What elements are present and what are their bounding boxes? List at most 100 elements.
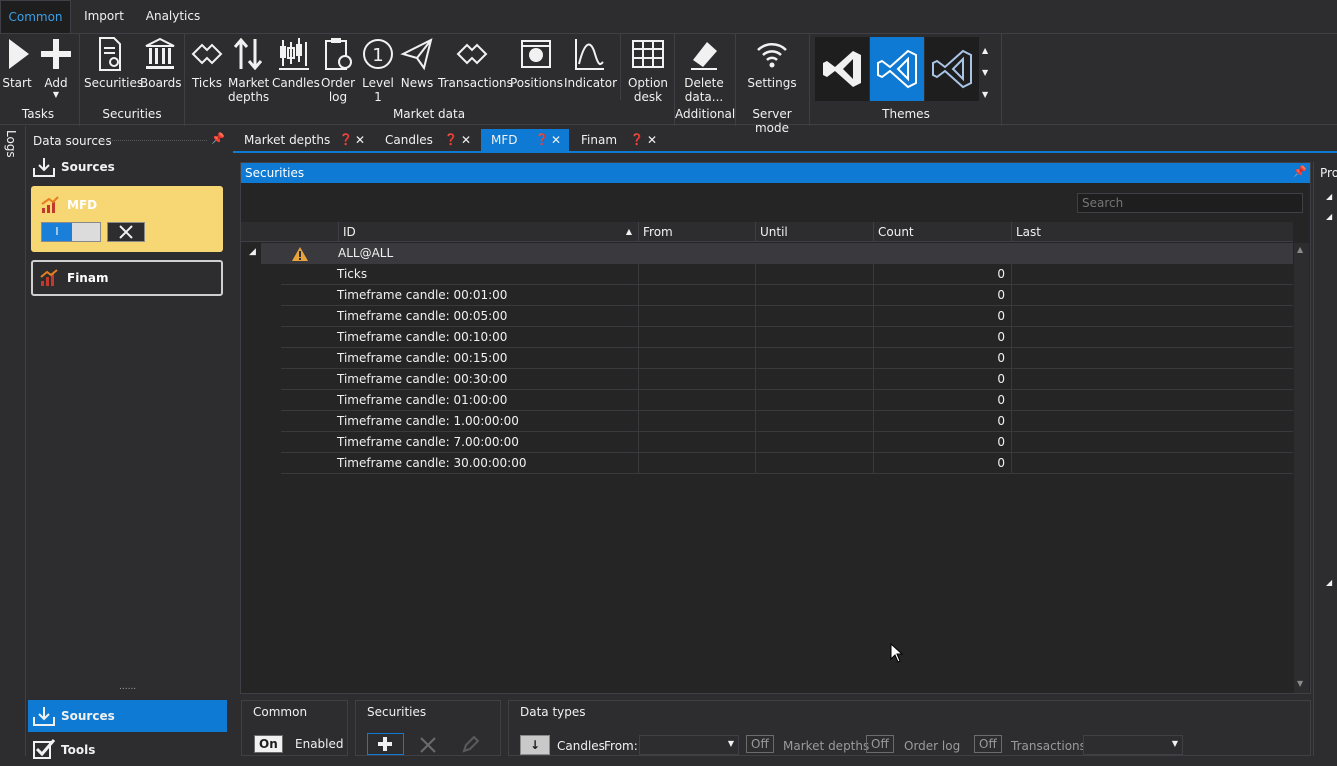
table-row[interactable]: Timeframe candle: 30.00:00:00 0 [281,453,1293,474]
table-row[interactable]: Timeframe candle: 01:00:00 0 [281,390,1293,411]
candles-download-button[interactable]: ↓ [520,735,550,755]
candlestick-icon [279,38,309,70]
expand-arrow-icon[interactable]: ◢ [1326,212,1332,221]
cell-from [638,306,755,327]
table-row[interactable]: Timeframe candle: 00:15:00 0 [281,348,1293,369]
source-card-mfd[interactable]: MFD I [31,186,223,252]
chevron-up-icon[interactable]: ▲ [982,40,988,62]
column-header-count[interactable]: Count [873,222,1011,242]
bottom-tab-tools[interactable]: Tools [28,734,227,766]
cell-from [638,453,755,474]
close-icon[interactable]: ✕ [355,129,365,151]
right-panel-title: Pro [1320,166,1337,180]
indicator-button[interactable]: Indicator [564,36,617,90]
column-label: ID [343,225,356,239]
table-row[interactable]: Timeframe candle: 7.00:00:00 0 [281,432,1293,453]
table-row[interactable]: Timeframe candle: 00:05:00 0 [281,306,1293,327]
cell-last [1011,390,1293,411]
close-icon[interactable]: ✕ [647,129,657,151]
cell-id: Timeframe candle: 00:30:00 [337,372,508,386]
pin-icon[interactable]: 📌 [1293,165,1307,178]
help-icon[interactable]: ❓ [444,129,458,151]
enabled-toggle[interactable]: On [254,735,283,753]
chevron-down-icon: ▼ [52,90,60,99]
market-depths-button[interactable]: Market depths [228,36,270,104]
enabled-label: Enabled [295,737,344,751]
close-icon [119,225,133,239]
remove-source-button[interactable] [107,222,145,242]
column-header-id[interactable]: ID ▲ [338,222,638,242]
cell-id: Ticks [337,267,368,281]
transactions-button[interactable]: Transactions [438,36,513,90]
securities-button[interactable]: Securities [84,36,143,90]
expand-arrow-icon[interactable]: ◢ [1326,578,1332,587]
settings-button[interactable]: Settings [745,36,799,90]
close-icon[interactable]: ✕ [461,129,471,151]
help-icon[interactable]: ❓ [630,129,644,151]
menu-tab-analytics[interactable]: Analytics [140,0,206,33]
source-enable-toggle[interactable]: I [41,222,101,242]
cell-count: 0 [873,348,1011,369]
expand-icon[interactable]: ▼ [982,84,988,106]
chevron-down-icon[interactable]: ▼ [982,62,988,84]
table-row[interactable]: Timeframe candle: 00:10:00 0 [281,327,1293,348]
start-button[interactable]: Start [2,36,32,90]
column-header-until[interactable]: Until [755,222,873,242]
help-icon[interactable]: ❓ [535,129,549,151]
group-label-market-data: Market data [392,107,466,121]
table-row[interactable]: Timeframe candle: 1.00:00:00 0 [281,411,1293,432]
doc-tab-candles[interactable]: Candles ❓ ✕ [378,129,478,151]
order-log-toggle[interactable]: Off [866,735,894,753]
theme-dark-tile[interactable] [815,37,869,101]
market-depths-toggle[interactable]: Off [746,735,774,753]
scroll-down-icon[interactable]: ▼ [1297,679,1303,688]
level1-button[interactable]: 1 Level 1 [360,36,396,104]
column-header-from[interactable]: From [638,222,755,242]
positions-button[interactable]: Positions [510,36,563,90]
vertical-scrollbar[interactable]: ▲ ▼ [1294,243,1309,693]
scroll-up-icon[interactable]: ▲ [1297,245,1303,254]
bottom-tab-sources[interactable]: Sources [28,700,227,732]
menu-tab-import[interactable]: Import [76,0,132,33]
order-log-button[interactable]: Order log [320,36,356,104]
theme-blue-tile[interactable] [870,37,924,101]
doc-tab-finam[interactable]: Finam ❓ ✕ [574,129,662,151]
theme-scroll-controls[interactable]: ▲ ▼ ▼ [982,40,988,106]
group-row[interactable]: ◢ ALL@ALL [241,243,1293,264]
option-desk-button[interactable]: Option desk [624,36,672,104]
panel-resize-grip[interactable]: ...... [119,682,136,692]
news-button[interactable]: News [398,36,436,90]
table-row[interactable]: Timeframe candle: 00:01:00 0 [281,285,1293,306]
help-icon[interactable]: ❓ [339,129,353,151]
search-input[interactable] [1077,193,1303,213]
ticks-button[interactable]: Ticks [188,36,226,90]
close-icon[interactable]: ✕ [551,129,561,151]
doc-tab-mfd[interactable]: MFD ❓ ✕ [481,129,569,151]
add-security-button[interactable] [367,733,404,755]
logs-tab[interactable]: Logs [4,130,18,158]
transactions-toggle[interactable]: Off [974,735,1002,753]
from-date-select[interactable]: ▼ [639,735,739,755]
doc-tab-market-depths[interactable]: Market depths ❓ ✕ [237,129,371,151]
expand-arrow-icon[interactable]: ◢ [1326,192,1332,201]
paper-plane-icon [400,38,433,71]
add-button[interactable]: Add ▼ [38,36,74,100]
cell-until [755,369,873,390]
pin-icon[interactable]: 📌 [211,132,225,145]
remove-security-icon[interactable] [418,735,438,755]
theme-light-tile[interactable] [925,37,979,101]
table-row[interactable]: Ticks 0 [281,264,1293,285]
edit-pencil-icon[interactable] [460,735,480,755]
collapse-arrow-icon[interactable]: ◢ [249,247,256,257]
market-depths-label-1: Market [228,76,270,90]
column-header-last[interactable]: Last [1011,222,1293,242]
candles-button[interactable]: Candles [272,36,320,90]
menu-tab-common[interactable]: Common [0,0,71,33]
boards-button[interactable]: Boards [140,36,182,90]
table-row[interactable]: Timeframe candle: 00:30:00 0 [281,369,1293,390]
delete-data-button[interactable]: Delete data... [678,36,730,104]
source-card-finam[interactable]: Finam [31,260,223,296]
panel-title: Data sources [33,134,112,148]
transactions-select[interactable]: ▼ [1083,735,1183,755]
securities-panel: Securities [355,700,501,756]
